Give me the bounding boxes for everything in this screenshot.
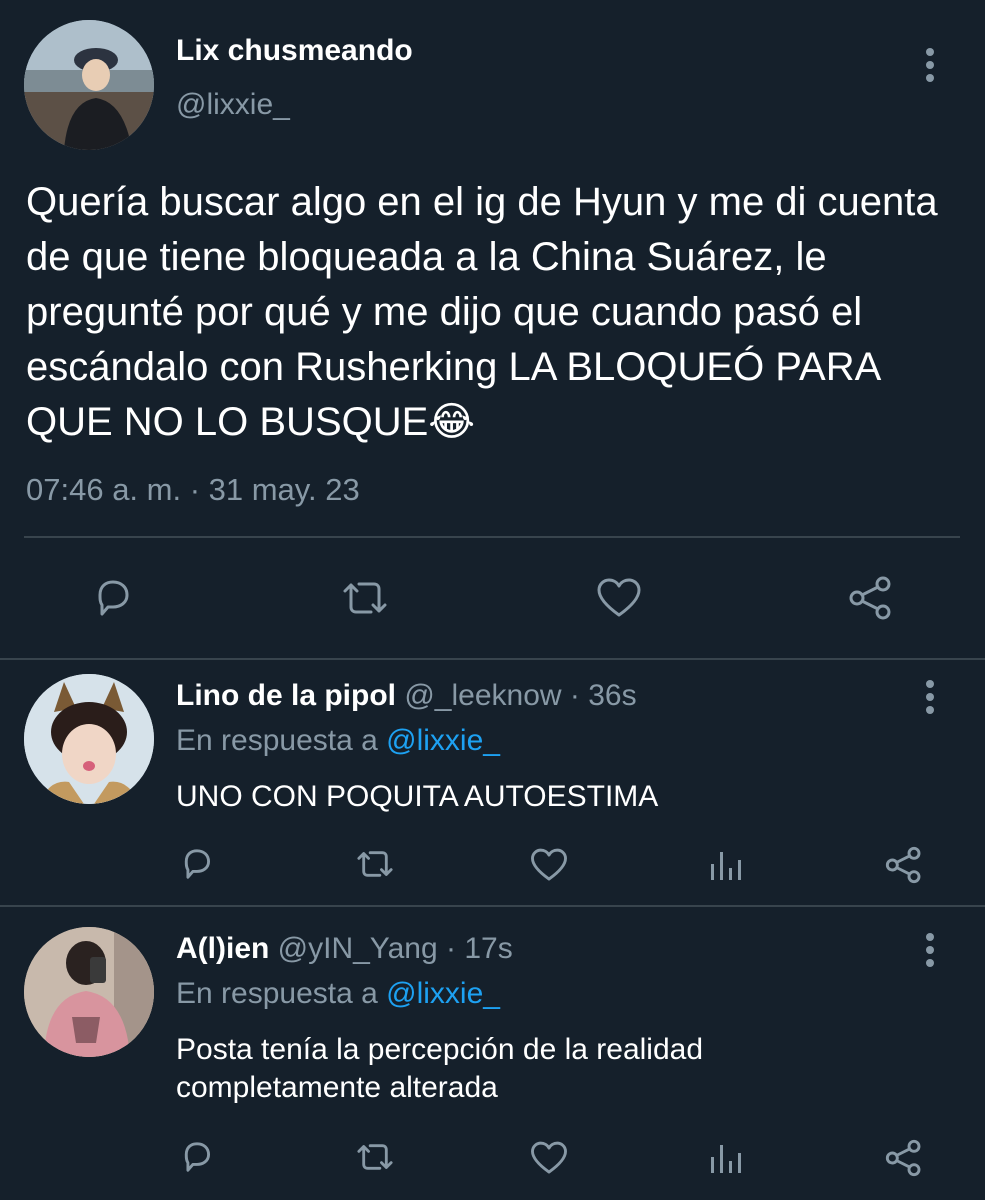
analytics-icon[interactable] — [709, 848, 743, 882]
display-name[interactable]: Lix chusmeando — [176, 34, 413, 68]
timestamp: 07:46 a. m. · 31 may. 23 — [26, 472, 360, 507]
divider — [0, 905, 985, 907]
retweet-icon[interactable] — [354, 845, 396, 883]
reply-context: En respuesta a @lixxie_ — [176, 977, 500, 1011]
divider — [24, 536, 960, 538]
retweet-icon[interactable] — [339, 575, 391, 621]
avatar[interactable] — [24, 20, 154, 150]
reply-icon[interactable] — [178, 845, 216, 883]
avatar-photo — [24, 20, 154, 150]
tweet-text: UNO CON POQUITA AUTOESTIMA — [176, 780, 659, 813]
share-icon[interactable] — [884, 1138, 924, 1178]
heart-icon[interactable] — [595, 575, 643, 621]
analytics-icon[interactable] — [709, 1141, 743, 1175]
avatar[interactable] — [24, 927, 154, 1057]
heart-icon[interactable] — [529, 1139, 569, 1177]
reply-context: En respuesta a @lixxie_ — [176, 724, 500, 758]
avatar-photo — [24, 927, 154, 1057]
relative-time[interactable]: · 17s — [446, 932, 513, 965]
tweet-text: Quería buscar algo en el ig de Hyun y me… — [26, 180, 938, 444]
handle[interactable]: @yIN_Yang — [278, 932, 438, 965]
relative-time[interactable]: · 36s — [570, 679, 637, 712]
heart-icon[interactable] — [529, 846, 569, 884]
share-icon[interactable] — [847, 574, 895, 622]
more-vertical-icon[interactable] — [924, 680, 936, 714]
reply-prefix: En respuesta a — [176, 724, 378, 757]
handle[interactable]: @_leeknow — [404, 679, 561, 712]
reply-header: Lino de la pipol @_leeknow · 36s — [176, 679, 637, 713]
reply-header: A(l)ien @yIN_Yang · 17s — [176, 932, 513, 966]
avatar-photo — [24, 674, 154, 804]
avatar[interactable] — [24, 674, 154, 804]
reply-icon[interactable] — [90, 575, 136, 621]
more-vertical-icon[interactable] — [924, 933, 936, 967]
display-name[interactable]: A(l)ien — [176, 932, 269, 965]
divider — [0, 658, 985, 660]
reply-to-link[interactable]: @lixxie_ — [386, 724, 500, 757]
share-icon[interactable] — [884, 845, 924, 885]
handle[interactable]: @lixxie_ — [176, 88, 290, 122]
reply-to-link[interactable]: @lixxie_ — [386, 977, 500, 1010]
display-name[interactable]: Lino de la pipol — [176, 679, 396, 712]
tweet-text: Posta tenía la percepción de la realidad… — [176, 1033, 704, 1104]
retweet-icon[interactable] — [354, 1138, 396, 1176]
reply-icon[interactable] — [178, 1138, 216, 1176]
reply-prefix: En respuesta a — [176, 977, 378, 1010]
more-vertical-icon[interactable] — [924, 48, 936, 82]
